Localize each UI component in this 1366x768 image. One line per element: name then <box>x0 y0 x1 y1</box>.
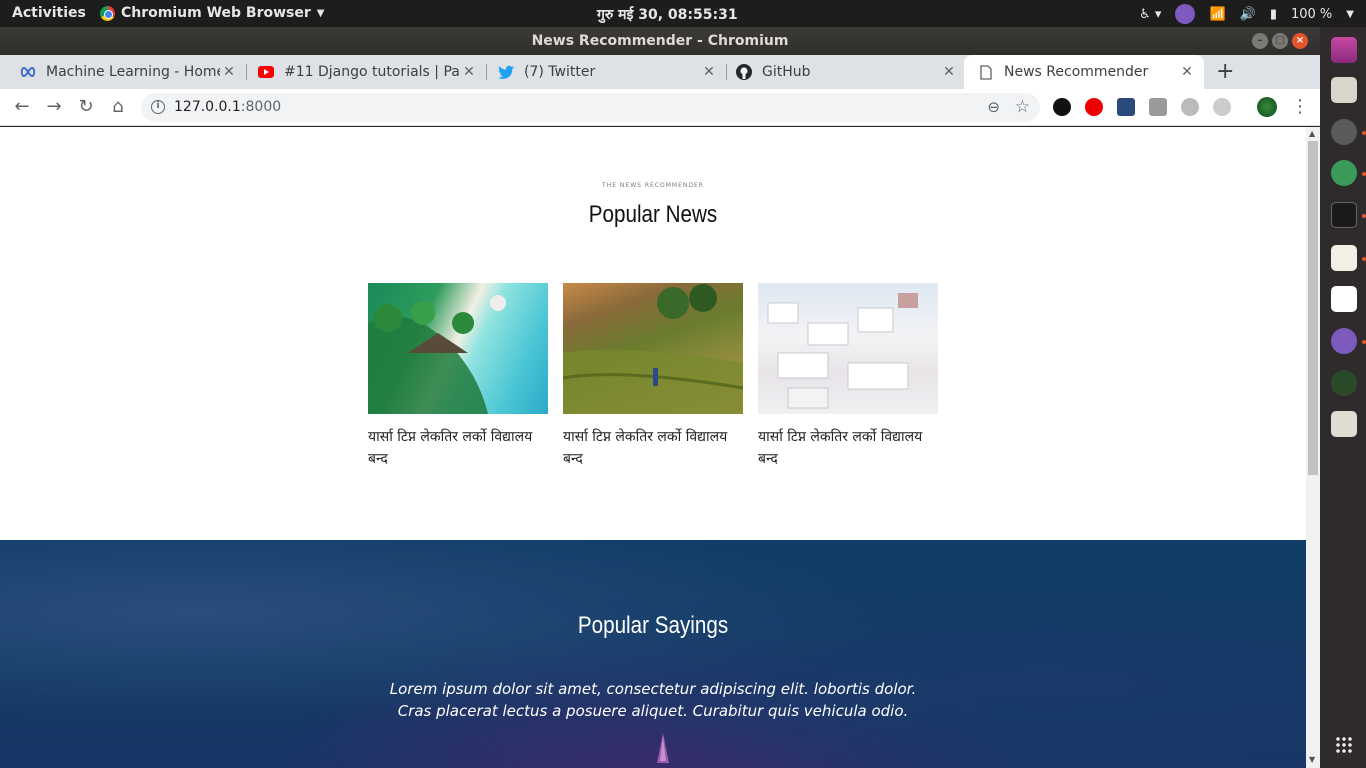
github-icon <box>736 64 752 80</box>
document-viewer-icon[interactable] <box>1331 286 1357 312</box>
forward-button[interactable]: → <box>44 97 64 117</box>
tab-title: GitHub <box>762 64 811 80</box>
menu-kebab-icon[interactable]: ⋮ <box>1290 97 1310 117</box>
scroll-up-arrow-icon[interactable]: ▲ <box>1309 129 1315 138</box>
scrollbar-thumb[interactable] <box>1308 141 1318 475</box>
zoom-icon[interactable]: ⊖ <box>987 98 1000 116</box>
saying-quote: Lorem ipsum dolor sit amet, consectetur … <box>389 680 917 720</box>
tab-github[interactable]: GitHub ✕ <box>726 55 966 89</box>
link-extension-icon[interactable] <box>1213 98 1231 116</box>
network-app-icon[interactable] <box>1331 160 1357 186</box>
news-card-image[interactable] <box>368 283 548 414</box>
maximize-button[interactable]: □ <box>1272 33 1288 49</box>
close-tab-icon[interactable]: ✕ <box>460 64 478 80</box>
app-launcher-icon[interactable] <box>1331 37 1357 63</box>
app-menu-label: Chromium Web Browser <box>121 5 311 21</box>
gnome-extension-icon[interactable] <box>1053 98 1071 116</box>
close-tab-icon[interactable]: ✕ <box>700 64 718 80</box>
browser-toolbar: ← → ↻ ⌂ i 127.0.0.1:8000 ⊖ ☆ ⋮ <box>0 89 1320 126</box>
viber-icon[interactable] <box>1331 328 1357 354</box>
accessibility-icon[interactable]: ♿ ▾ <box>1139 7 1161 22</box>
system-tray[interactable]: ♿ ▾ 📶 🔊 ▮ 100 % ▼ <box>1139 4 1354 24</box>
extension-icon[interactable] <box>1117 98 1135 116</box>
twitter-icon <box>498 64 514 80</box>
popular-news-heading: Popular News <box>588 201 718 228</box>
tab-news-recommender[interactable]: News Recommender ✕ <box>964 55 1204 89</box>
page-scrollbar[interactable]: ▲ ▼ <box>1306 127 1320 768</box>
system-top-bar: Activities Chromium Web Browser ▼ गुरु म… <box>0 0 1366 27</box>
show-applications-icon[interactable] <box>1335 736 1353 754</box>
profile-avatar[interactable] <box>1257 97 1277 117</box>
news-card-caption[interactable]: यार्सा टिप्न लेकतिर लर्को विद्यालय बन्द <box>563 426 743 470</box>
files-icon[interactable] <box>1331 77 1357 103</box>
site-kicker: The News Recommender <box>602 182 704 189</box>
activities-button[interactable]: Activities <box>12 5 86 21</box>
news-card[interactable]: यार्सा टिप्न लेकतिर लर्को विद्यालय बन्द <box>758 283 938 470</box>
tab-strip: Machine Learning - Home ✕ #11 Django tut… <box>0 55 1320 89</box>
tab-title: (7) Twitter <box>524 64 596 80</box>
popular-sayings-section: Popular Sayings Lorem ipsum dolor sit am… <box>0 540 1306 768</box>
viber-tray-icon[interactable] <box>1175 4 1196 24</box>
close-tab-icon[interactable]: ✕ <box>940 64 958 80</box>
clock[interactable]: गुरु मई 30, 08:55:31 <box>597 5 738 24</box>
news-card-caption[interactable]: यार्सा टिप्न लेकतिर लर्को विद्यालय बन्द <box>368 426 548 470</box>
text-editor-icon[interactable] <box>1331 245 1357 271</box>
scroll-down-arrow-icon[interactable]: ▼ <box>1309 755 1315 764</box>
minimize-button[interactable]: – <box>1252 33 1268 49</box>
home-button[interactable]: ⌂ <box>108 97 128 117</box>
news-card[interactable]: यार्सा टिप्न लेकतिर लर्को विद्यालय बन्द <box>368 283 548 470</box>
bookmark-star-icon[interactable]: ☆ <box>1015 97 1030 117</box>
adblock-icon[interactable] <box>1085 98 1103 116</box>
battery-icon[interactable]: ▮ <box>1270 7 1277 22</box>
chromium-dock-icon[interactable] <box>1331 119 1357 145</box>
wifi-icon[interactable]: 📶 <box>1209 7 1225 22</box>
image-viewer-icon[interactable] <box>1331 411 1357 437</box>
tab-title: Machine Learning - Home <box>46 64 220 80</box>
globe-app-icon[interactable] <box>1331 370 1357 396</box>
reload-button[interactable]: ↻ <box>76 97 96 117</box>
url-text[interactable]: 127.0.0.1:8000 <box>174 99 281 115</box>
tab-title: News Recommender <box>1004 64 1149 80</box>
document-icon <box>978 64 994 80</box>
news-card-image[interactable] <box>758 283 938 414</box>
popular-sayings-heading: Popular Sayings <box>577 612 729 639</box>
close-tab-icon[interactable]: ✕ <box>1178 64 1196 80</box>
ubuntu-dock <box>1320 27 1366 768</box>
youtube-icon <box>258 64 274 80</box>
window-title-bar: News Recommender - Chromium – □ × <box>0 27 1320 55</box>
new-tab-button[interactable]: + <box>1216 59 1234 84</box>
close-window-button[interactable]: × <box>1292 33 1308 49</box>
boat-illustration <box>657 733 669 763</box>
tab-twitter[interactable]: (7) Twitter ✕ <box>486 55 727 89</box>
chevron-down-icon[interactable]: ▼ <box>1346 9 1354 20</box>
back-button[interactable]: ← <box>12 97 32 117</box>
facebook-extension-icon[interactable] <box>1149 98 1167 116</box>
address-bar[interactable]: i 127.0.0.1:8000 ⊖ ☆ <box>141 93 1040 122</box>
battery-level: 100 % <box>1290 6 1333 22</box>
compass-extension-icon[interactable] <box>1181 98 1199 116</box>
window-title: News Recommender - Chromium <box>531 33 789 49</box>
news-card[interactable]: यार्सा टिप्न लेकतिर लर्को विद्यालय बन्द <box>563 283 743 470</box>
volume-icon[interactable]: 🔊 <box>1240 7 1256 22</box>
infinity-icon <box>20 64 36 80</box>
app-menu[interactable]: Chromium Web Browser ▼ <box>100 5 324 21</box>
news-card-caption[interactable]: यार्सा टिप्न लेकतिर लर्को विद्यालय बन्द <box>758 426 938 470</box>
terminal-icon[interactable] <box>1331 202 1357 228</box>
news-card-image[interactable] <box>563 283 743 414</box>
chromium-icon <box>100 5 115 21</box>
close-tab-icon[interactable]: ✕ <box>220 64 238 80</box>
tab-django-tutorials[interactable]: #11 Django tutorials | Pas ✕ <box>246 55 487 89</box>
chevron-down-icon: ▼ <box>316 7 325 19</box>
tab-machine-learning[interactable]: Machine Learning - Home ✕ <box>0 55 247 89</box>
page-viewport: The News Recommender Popular News यार्सा… <box>0 127 1306 768</box>
tab-title: #11 Django tutorials | Pas <box>284 64 460 80</box>
info-icon[interactable]: i <box>151 100 165 114</box>
